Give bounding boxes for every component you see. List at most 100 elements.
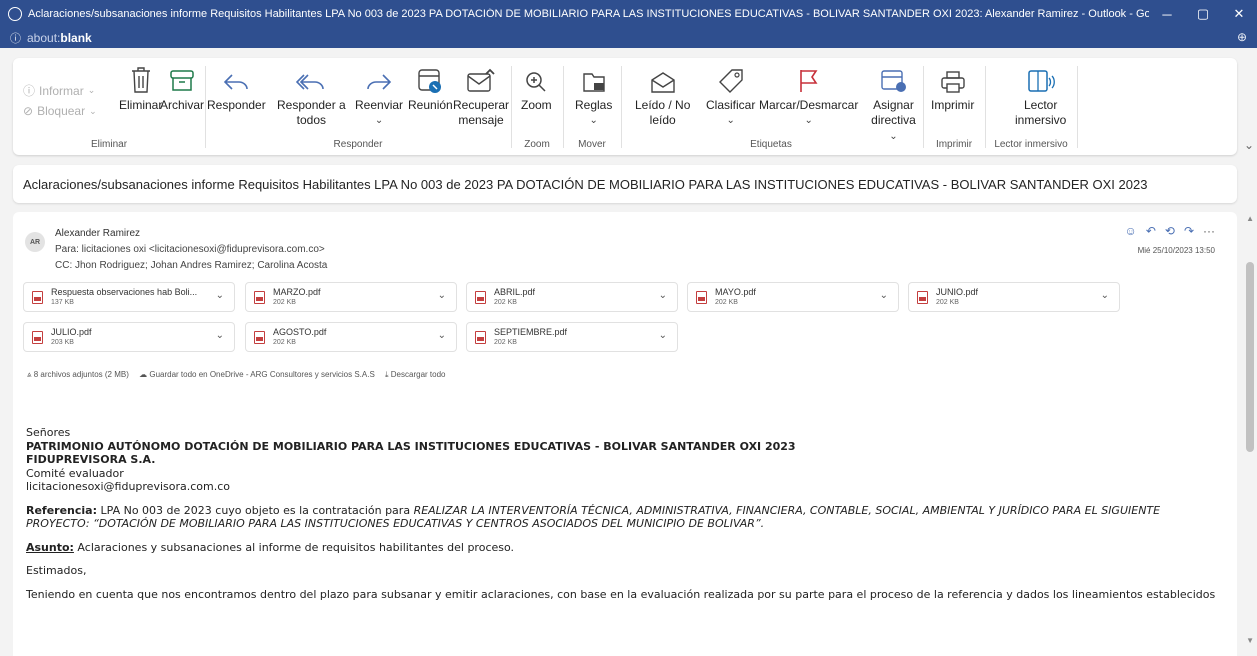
attachment-card[interactable]: Respuesta observaciones hab Boli... 137 … [23,282,235,312]
zoom-button[interactable]: Zoom [521,64,552,113]
chevron-down-icon[interactable]: ⌄ [216,330,224,341]
zoom-icon[interactable]: ⊕ [1237,30,1247,44]
pdf-icon [32,331,43,344]
cc-recipients[interactable]: CC: Jhon Rodriguez; Johan Andres Ramirez… [55,260,327,271]
reglas-label: Reglas [575,98,613,112]
address-bar[interactable]: ⓘ about:blank ⊕ [0,28,1257,48]
message-actions: ☺ ↶ ⟲ ↷ ··· [1125,224,1215,238]
reply-all-icon[interactable]: ⟲ [1165,224,1175,238]
sender-name[interactable]: Alexander Ramirez [55,228,140,239]
attachment-card[interactable]: ABRIL.pdf 202 KB ⌄ [466,282,678,312]
attachment-card[interactable]: JUNIO.pdf 202 KB ⌄ [908,282,1120,312]
chevron-down-icon[interactable]: ⌄ [659,330,667,341]
lector-inmersivo-button[interactable]: Lector inmersivo [1015,64,1066,128]
archivar-button[interactable]: Archivar [160,64,204,113]
attachments-count[interactable]: ⩓ 8 archivos adjuntos (2 MB) [27,370,129,379]
clasificar-button[interactable]: Clasificar ⌄ [706,64,755,128]
ribbon-collapse-chevron-icon[interactable]: ⌄ [1244,138,1254,152]
responder-todos-button[interactable]: Responder a todos [277,64,346,128]
download-all-link[interactable]: ⤓ Descargar todo [385,370,445,379]
body-paragraph: Teniendo en cuenta que nos encontramos d… [26,587,1216,601]
attachment-card[interactable]: SEPTIEMBRE.pdf 202 KB ⌄ [466,322,678,352]
trash-icon [129,64,153,94]
zoom-label: Zoom [521,98,552,112]
recuperar-mensaje-button[interactable]: Recuperar mensaje [453,64,509,128]
marcar-button[interactable]: Marcar/Desmarcar ⌄ [759,64,858,128]
group-label-etiquetas: Etiquetas [750,139,792,150]
emoji-icon[interactable]: ☺ [1125,224,1137,238]
attachment-name: JUNIO.pdf [936,287,979,297]
pdf-icon [917,291,928,304]
forward-icon[interactable]: ↷ [1184,224,1194,238]
leido-label-1: Leído / No [635,98,691,112]
group-label-responder: Responder [333,139,383,150]
responder-todos-label-2: todos [296,113,327,127]
group-label-lector: Lector inmersivo [994,139,1068,150]
pdf-icon [254,331,265,344]
informar-button[interactable]: ⓘ Informar ⌄ [23,82,95,99]
asignar-directiva-button[interactable]: Asignar directiva ⌄ [866,64,921,144]
subject-label: Asunto: [26,540,74,554]
group-label-zoom: Zoom [524,139,550,150]
subject-paragraph: Asunto: Aclaraciones y subsanaciones al … [26,541,1216,555]
reply-icon [222,64,250,94]
salutation: Señores [26,426,71,439]
group-label-mover: Mover [578,139,606,150]
leido-button[interactable]: Leído / No leído [635,64,690,128]
info-icon[interactable]: ⓘ [10,30,21,46]
attachment-card[interactable]: AGOSTO.pdf 202 KB ⌄ [245,322,457,352]
asignar-label-1: Asignar [873,98,914,112]
meeting-icon [417,64,443,94]
tag-icon [718,64,744,94]
close-button[interactable]: ✕ [1221,0,1257,28]
url-text[interactable]: about:blank [27,31,92,45]
report-icon: ⓘ [23,84,36,98]
chevron-down-icon[interactable]: ⌄ [880,290,888,301]
attachment-size: 137 KB [51,299,74,306]
recipient-company: FIDUPREVISORA S.A. [26,453,156,466]
avatar[interactable]: AR [25,232,45,252]
reunion-button[interactable]: Reunión [408,64,453,113]
attachment-name: SEPTIEMBRE.pdf [494,327,568,337]
message-subject: Aclaraciones/subsanaciones informe Requi… [13,165,1237,203]
pdf-icon [475,291,486,304]
restore-button[interactable]: ▢ [1185,0,1221,28]
scroll-up-icon[interactable]: ▲ [1246,214,1254,223]
chevron-down-icon[interactable]: ⌄ [438,330,446,341]
subject-text: Aclaraciones y subsanaciones al informe … [73,540,515,554]
rules-icon [581,64,607,94]
window-title-bar: Aclaraciones/subsanaciones informe Requi… [0,0,1257,28]
scroll-down-icon[interactable]: ▼ [1246,636,1254,645]
save-onedrive-link[interactable]: ☁ Guardar todo en OneDrive - ARG Consult… [139,370,375,379]
eliminar-button[interactable]: Eliminar [119,64,162,113]
recipient-entity: PATRIMONIO AUTÓNOMO DOTACIÓN DE MOBILIAR… [26,439,796,453]
greeting: Estimados, [26,564,87,577]
responder-label: Responder [207,98,266,112]
attachment-card[interactable]: MAYO.pdf 202 KB ⌄ [687,282,899,312]
chevron-down-icon[interactable]: ⌄ [438,290,446,301]
more-icon[interactable]: ··· [1203,224,1215,238]
scrollbar-thumb[interactable] [1246,262,1254,452]
leido-label-2: leído [649,113,676,127]
chevron-down-icon[interactable]: ⌄ [216,290,224,301]
group-zoom: Zoom Zoom [511,58,563,155]
minimize-button[interactable]: ─ [1149,0,1185,28]
responder-button[interactable]: Responder [207,64,266,113]
bloquear-button[interactable]: ⊘ Bloquear ⌄ [23,104,97,118]
printer-icon [940,64,966,94]
imprimir-button[interactable]: Imprimir [931,64,974,113]
group-eliminar: ⓘ Informar ⌄ ⊘ Bloquear ⌄ Eliminar Archivar … [13,58,205,155]
to-recipients[interactable]: Para: licitaciones oxi <licitacionesoxi@… [55,244,325,255]
chevron-down-icon[interactable]: ⌄ [1101,290,1109,301]
chevron-down-icon: ⌄ [374,115,384,126]
attachment-card[interactable]: MARZO.pdf 202 KB ⌄ [245,282,457,312]
chevron-down-icon[interactable]: ⌄ [659,290,667,301]
reenviar-button[interactable]: Reenviar ⌄ [355,64,403,128]
reglas-button[interactable]: Reglas ⌄ [575,64,612,128]
attachment-card[interactable]: JULIO.pdf 203 KB ⌄ [23,322,235,352]
envelope-open-icon [649,64,677,94]
reply-icon[interactable]: ↶ [1146,224,1156,238]
url-host: blank [60,31,92,45]
lector-label-1: Lector [1024,98,1058,112]
recipient-email[interactable]: licitacionesoxi@fiduprevisora.com.co [26,480,1216,494]
